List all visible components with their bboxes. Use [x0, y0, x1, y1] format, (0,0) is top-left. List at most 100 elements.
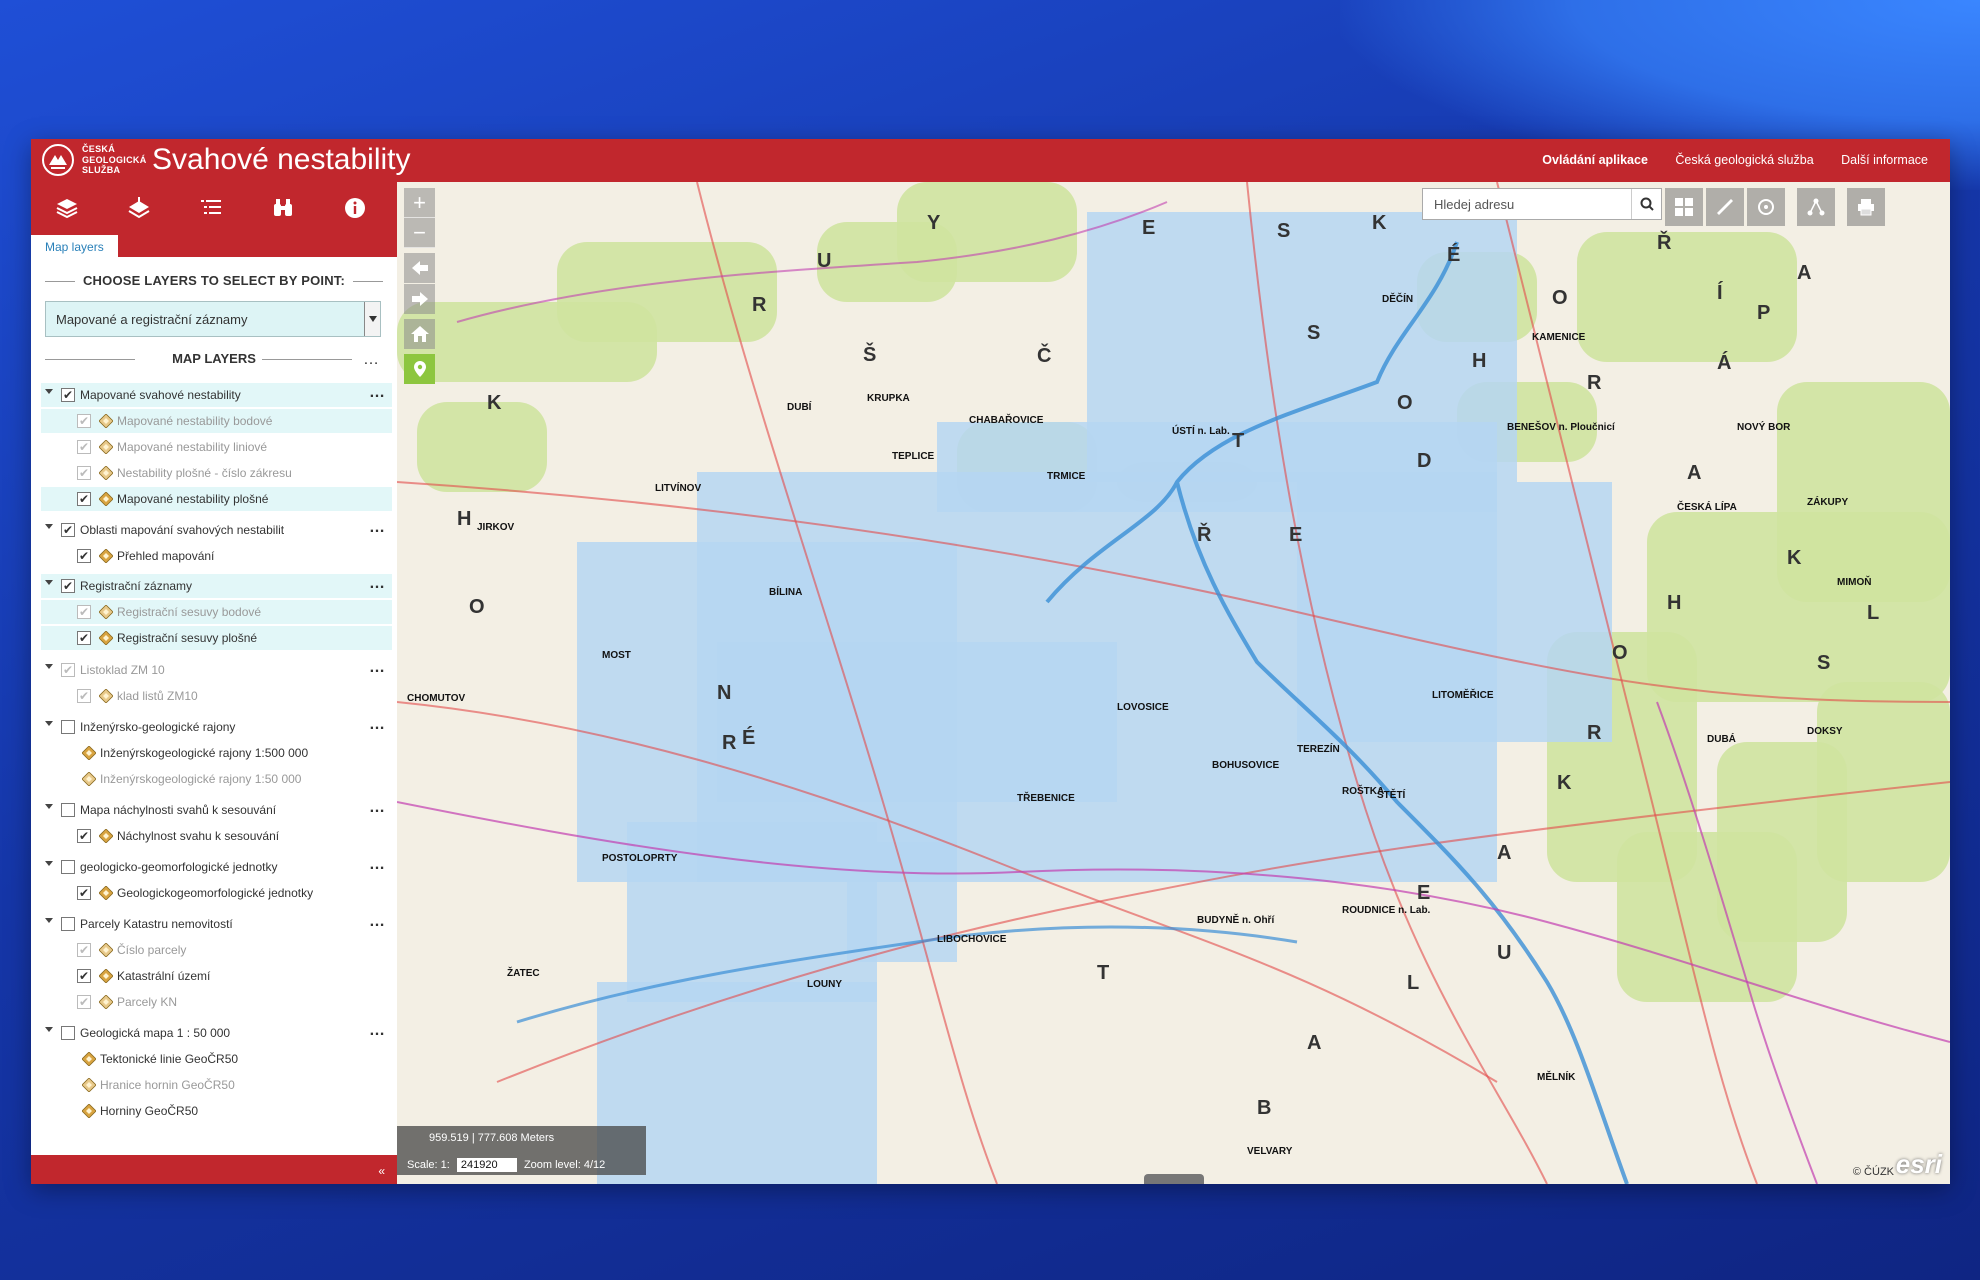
layer-row[interactable]: ✔ Katastrální území [41, 964, 392, 988]
tool-basemap[interactable] [103, 182, 175, 233]
link-ovladani-aplikace[interactable]: Ovládání aplikace [1542, 153, 1648, 167]
tool-search[interactable] [247, 182, 319, 233]
basemap-gallery-button[interactable] [1665, 188, 1703, 226]
attribution-toggle[interactable] [1144, 1174, 1204, 1184]
tab-map-layers[interactable]: Map layers [31, 233, 118, 257]
link-dalsi-informace[interactable]: Další informace [1841, 153, 1928, 167]
expand-caret-icon[interactable] [45, 664, 53, 669]
layer-row[interactable]: … geologicko-geomorfologické jednotky [41, 855, 392, 879]
layer-checkbox[interactable]: ✔ [61, 579, 75, 593]
layer-row[interactable]: ✔ … Oblasti mapování svahových nestabilit [41, 518, 392, 542]
layer-checkbox[interactable] [61, 1026, 75, 1040]
layer-row[interactable]: ✔ … Mapované svahové nestability [41, 383, 392, 407]
layer-row[interactable]: ✔ klad listů ZM10 [41, 684, 392, 708]
layer-row[interactable]: Horniny GeoČR50 [41, 1099, 392, 1123]
expand-caret-icon[interactable] [45, 861, 53, 866]
forward-button[interactable] [404, 284, 435, 314]
region-letter: Č [1037, 345, 1054, 367]
layer-row[interactable]: ✔ Mapované nestability plošné [41, 487, 392, 511]
sublayer-checkbox[interactable]: ✔ [77, 466, 91, 480]
layer-row[interactable]: ✔ Parcely KN [41, 990, 392, 1014]
layer-checkbox[interactable] [61, 803, 75, 817]
sublayer-checkbox[interactable]: ✔ [77, 440, 91, 454]
layer-more-button[interactable]: … [369, 799, 386, 817]
layer-checkbox[interactable]: ✔ [61, 523, 75, 537]
layer-more-button[interactable]: … [369, 575, 386, 593]
layer-row[interactable]: ✔ Mapované nestability bodové [41, 409, 392, 433]
expand-caret-icon[interactable] [45, 918, 53, 923]
expand-caret-icon[interactable] [45, 580, 53, 585]
sublayer-checkbox[interactable]: ✔ [77, 829, 91, 843]
search-button[interactable] [1631, 189, 1661, 219]
layer-row[interactable]: Tektonické linie GeoČR50 [41, 1047, 392, 1071]
printer-icon [1858, 199, 1874, 216]
layer-row[interactable]: ✔ Náchylnost svahu k sesouvání [41, 824, 392, 848]
layer-checkbox[interactable] [61, 860, 75, 874]
draw-button[interactable] [1747, 188, 1785, 226]
layer-row[interactable]: Inženýrskogeologické rajony 1:500 000 [41, 741, 392, 765]
tool-layers[interactable] [31, 182, 103, 233]
home-button[interactable] [404, 319, 435, 349]
layer-checkbox[interactable] [61, 917, 75, 931]
region-letter: O [1612, 642, 1630, 664]
layer-row[interactable]: ✔ Číslo parcely [41, 938, 392, 962]
layer-row[interactable]: ✔ … Registrační záznamy [41, 574, 392, 598]
measure-button[interactable] [1706, 188, 1744, 226]
layer-more-button[interactable]: … [369, 913, 386, 931]
layer-row[interactable]: … Parcely Katastru nemovitostí [41, 912, 392, 936]
layer-row[interactable]: ✔ Mapované nestability liniové [41, 435, 392, 459]
select-layers-dropdown[interactable]: Mapované a registrační záznamy [45, 301, 381, 337]
layer-more-button[interactable]: … [369, 659, 386, 677]
locate-button[interactable] [404, 354, 435, 384]
expand-caret-icon[interactable] [45, 389, 53, 394]
tool-legend[interactable] [175, 182, 247, 233]
sublayer-checkbox[interactable]: ✔ [77, 969, 91, 983]
layer-row[interactable]: Inženýrskogeologické rajony 1:50 000 [41, 767, 392, 791]
layer-more-button[interactable]: … [369, 384, 386, 402]
sublayer-checkbox[interactable]: ✔ [77, 549, 91, 563]
sublayer-checkbox[interactable]: ✔ [77, 631, 91, 645]
expand-caret-icon[interactable] [45, 524, 53, 529]
expand-caret-icon[interactable] [45, 1027, 53, 1032]
sublayer-checkbox[interactable]: ✔ [77, 689, 91, 703]
print-button[interactable] [1847, 188, 1885, 226]
map-layers-more-button[interactable]: … [363, 351, 379, 369]
sublayer-checkbox[interactable]: ✔ [77, 414, 91, 428]
layer-more-button[interactable]: … [369, 856, 386, 874]
expand-caret-icon[interactable] [45, 804, 53, 809]
layer-row[interactable]: ✔ Nestability plošné - číslo zákresu [41, 461, 392, 485]
layer-checkbox[interactable] [61, 720, 75, 734]
layer-more-button[interactable]: … [369, 716, 386, 734]
collapse-panel-button[interactable]: « [378, 1164, 385, 1178]
layer-more-button[interactable]: … [369, 1022, 386, 1040]
address-search-input[interactable]: Hledej adresu [1422, 188, 1662, 220]
dropdown-arrow-icon[interactable] [364, 302, 380, 336]
zoom-out-button[interactable]: − [404, 218, 435, 248]
layer-row[interactable]: ✔ Registrační sesuvy bodové [41, 600, 392, 624]
layer-row[interactable]: ✔ Geologickogeomorfologické jednotky [41, 881, 392, 905]
layer-checkbox[interactable]: ✔ [61, 388, 75, 402]
layer-row[interactable]: Hranice hornin GeoČR50 [41, 1073, 392, 1097]
map-view[interactable]: DĚČÍN ÚSTÍ n. Lab. TEPLICE LITVÍNOV MOST BÍLI… [397, 182, 1950, 1184]
layer-more-button[interactable]: … [369, 519, 386, 537]
expand-caret-icon[interactable] [45, 721, 53, 726]
layer-row[interactable]: ✔ Přehled mapování [41, 544, 392, 568]
sublayer-checkbox[interactable]: ✔ [77, 492, 91, 506]
sublayer-checkbox[interactable]: ✔ [77, 943, 91, 957]
back-button[interactable] [404, 253, 435, 283]
layer-row[interactable]: ✔ Registrační sesuvy plošné [41, 626, 392, 650]
layer-checkbox[interactable]: ✔ [61, 663, 75, 677]
layer-symbol-icon [99, 829, 113, 843]
layer-row[interactable]: ✔ … Listoklad ZM 10 [41, 658, 392, 682]
layer-row[interactable]: … Geologická mapa 1 : 50 000 [41, 1021, 392, 1045]
link-ceska-geologicka-sluzba[interactable]: Česká geologická služba [1675, 153, 1813, 167]
sublayer-checkbox[interactable]: ✔ [77, 605, 91, 619]
tool-info[interactable] [319, 182, 391, 233]
sublayer-checkbox[interactable]: ✔ [77, 995, 91, 1009]
layer-row[interactable]: … Inženýrsko-geologické rajony [41, 715, 392, 739]
sublayer-checkbox[interactable]: ✔ [77, 886, 91, 900]
scale-value-input[interactable]: 241920 [456, 1158, 517, 1172]
layer-row[interactable]: … Mapa náchylnosti svahů k sesouvání [41, 798, 392, 822]
zoom-in-button[interactable]: + [404, 188, 435, 218]
share-button[interactable] [1797, 188, 1835, 226]
